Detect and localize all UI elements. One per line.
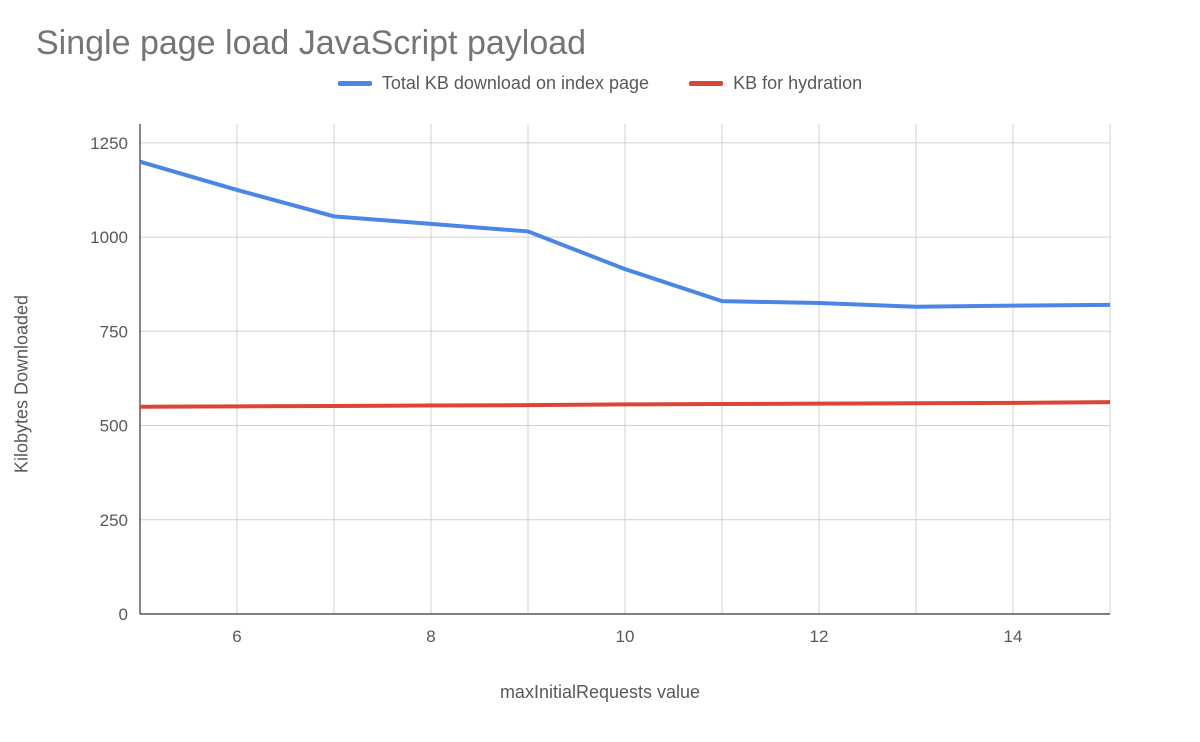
legend-swatch-blue [338, 81, 372, 86]
legend-label: KB for hydration [733, 73, 862, 94]
legend: Total KB download on index page KB for h… [30, 73, 1170, 94]
x-axis-label: maxInitialRequests value [30, 682, 1170, 703]
chart-container: Single page load JavaScript payload Tota… [0, 0, 1200, 742]
svg-text:8: 8 [426, 627, 435, 646]
legend-item-total: Total KB download on index page [338, 73, 649, 94]
legend-item-hydration: KB for hydration [689, 73, 862, 94]
svg-text:1000: 1000 [90, 228, 128, 247]
legend-label: Total KB download on index page [382, 73, 649, 94]
svg-text:0: 0 [119, 605, 128, 624]
plot-svg: 0 250 500 750 1000 1250 6 8 10 12 14 [30, 104, 1130, 664]
svg-text:750: 750 [100, 322, 128, 341]
svg-text:10: 10 [616, 627, 635, 646]
legend-swatch-red [689, 81, 723, 86]
svg-text:14: 14 [1004, 627, 1023, 646]
svg-text:12: 12 [810, 627, 829, 646]
svg-text:1250: 1250 [90, 134, 128, 153]
chart-title: Single page load JavaScript payload [36, 24, 1170, 63]
svg-text:250: 250 [100, 511, 128, 530]
plot-area: Kilobytes Downloaded 0250500750100012506… [30, 104, 1170, 664]
svg-text:500: 500 [100, 417, 128, 436]
y-axis-label: Kilobytes Downloaded [12, 295, 33, 473]
svg-text:6: 6 [232, 627, 241, 646]
